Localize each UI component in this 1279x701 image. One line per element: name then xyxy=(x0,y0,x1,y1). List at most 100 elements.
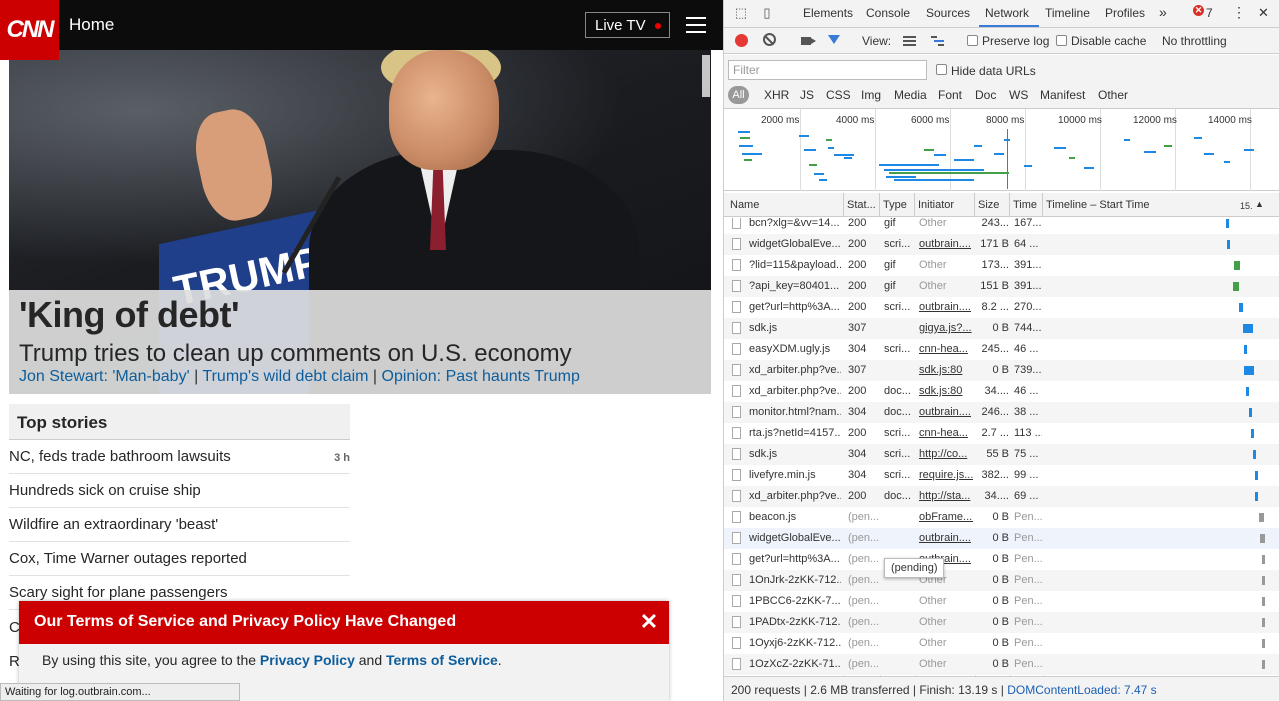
tab-sources[interactable]: Sources xyxy=(926,6,970,20)
table-row[interactable]: get?url=http%3A... 200 scri... outbrain....… xyxy=(724,297,1279,318)
hide-data-urls-label[interactable]: Hide data URLs xyxy=(951,64,1036,78)
story-item[interactable]: Hundreds sick on cruise ship xyxy=(9,474,350,508)
type-filter-img[interactable]: Img xyxy=(861,88,881,102)
cell-status: 304 xyxy=(848,406,867,418)
story-item[interactable]: Cox, Time Warner outages reported xyxy=(9,542,350,576)
table-row[interactable]: rta.js?netId=4157... 200 scri... cnn-hea...… xyxy=(724,423,1279,444)
cell-initiator: outbrain.... xyxy=(919,238,971,250)
top-stories-heading: Top stories xyxy=(9,404,350,440)
type-filter-js[interactable]: JS xyxy=(800,88,814,102)
type-filter-all[interactable]: All xyxy=(728,86,749,104)
disable-cache-checkbox[interactable] xyxy=(1056,35,1067,46)
tab-console[interactable]: Console xyxy=(866,6,910,20)
table-row[interactable]: xd_arbiter.php?ve... 200 doc... sdk.js:80 34… xyxy=(724,381,1279,402)
capture-screenshots-icon[interactable] xyxy=(801,37,816,45)
table-row[interactable]: easyXDM.ugly.js 304 scri... cnn-hea... 245..… xyxy=(724,339,1279,360)
table-row[interactable]: bcn?xlg=&vv=14... 200 gif Other 243... 167... xyxy=(724,218,1279,234)
table-row[interactable]: beacon.js (pen... obFrame.... 0 B Pen... xyxy=(724,507,1279,528)
table-row[interactable]: get?url=http%3A... (pen... outbrain.... 0 B… xyxy=(724,549,1279,570)
throttling-select[interactable]: No throttling xyxy=(1162,34,1227,48)
hero-subheadline[interactable]: Trump tries to clean up comments on U.S.… xyxy=(19,340,572,368)
table-row[interactable]: sdk.js 307 gigya.js?... 0 B 744... xyxy=(724,318,1279,339)
table-row[interactable]: xd_arbiter.php?ve... 307 sdk.js:80 0 B 739..… xyxy=(724,360,1279,381)
sort-up-icon[interactable]: ▲ xyxy=(1252,193,1264,217)
device-mode-icon[interactable]: ▯ xyxy=(760,6,774,20)
type-filter-doc[interactable]: Doc xyxy=(975,88,996,102)
hide-data-urls-checkbox[interactable] xyxy=(936,64,947,75)
network-overview[interactable]: 2000 ms 4000 ms 6000 ms 8000 ms 10000 ms… xyxy=(724,109,1279,191)
table-row[interactable]: monitor.html?nam... 304 doc... outbrain....… xyxy=(724,402,1279,423)
kebab-menu-icon[interactable]: ⋮ xyxy=(1232,4,1246,21)
waterfall-bar xyxy=(1262,660,1265,669)
disable-cache-label[interactable]: Disable cache xyxy=(1071,34,1146,48)
cell-time: 99 ... xyxy=(1014,469,1039,481)
table-row[interactable]: xd_arbiter.php?ve... 200 doc... http://sta.… xyxy=(724,486,1279,507)
more-tabs-icon[interactable]: » xyxy=(1159,4,1167,20)
close-icon[interactable]: ✕ xyxy=(639,611,659,633)
cell-size: 2.7 ... xyxy=(981,427,1009,439)
type-filter-ws[interactable]: WS xyxy=(1009,88,1028,102)
table-row[interactable]: widgetGlobalEve... 200 scri... outbrain....… xyxy=(724,234,1279,255)
table-row[interactable]: 1OnJrk-2zKK-712... (pen... Other 0 B Pen... xyxy=(724,570,1279,591)
large-rows-icon[interactable] xyxy=(903,36,916,46)
related-link[interactable]: Trump's wild debt claim xyxy=(202,368,368,385)
filter-input[interactable]: Filter xyxy=(728,60,927,80)
related-link[interactable]: Jon Stewart: 'Man-baby' xyxy=(19,368,190,385)
col-size[interactable]: Size xyxy=(975,193,1010,217)
story-item[interactable]: NC, feds trade bathroom lawsuits 3 h xyxy=(9,440,350,474)
type-filter-font[interactable]: Font xyxy=(938,88,962,102)
type-filter-media[interactable]: Media xyxy=(894,88,927,102)
type-filter-css[interactable]: CSS xyxy=(826,88,851,102)
table-row[interactable]: widgetGlobalEve... (pen... outbrain.... 0 B… xyxy=(724,528,1279,549)
nav-home-title[interactable]: Home xyxy=(69,15,114,35)
waterfall-bar xyxy=(1239,303,1243,312)
tab-profiles[interactable]: Profiles xyxy=(1105,6,1145,20)
type-filter-xhr[interactable]: XHR xyxy=(764,88,789,102)
tab-timeline[interactable]: Timeline xyxy=(1045,6,1090,20)
privacy-policy-link[interactable]: Privacy Policy xyxy=(260,652,355,668)
table-row[interactable]: 1PADtx-2zKK-712... (pen... Other 0 B Pen... xyxy=(724,612,1279,633)
transferred-size: 2.6 MB transferred xyxy=(810,683,910,697)
terms-of-service-link[interactable]: Terms of Service xyxy=(386,652,498,668)
error-icon[interactable]: ✕ xyxy=(1193,5,1204,16)
overview-icon[interactable] xyxy=(931,36,944,46)
record-icon[interactable] xyxy=(735,34,748,47)
col-initiator[interactable]: Initiator xyxy=(915,193,975,217)
inspect-element-icon[interactable]: ⬚ xyxy=(734,6,748,20)
error-count[interactable]: 7 xyxy=(1206,6,1213,20)
related-link[interactable]: Opinion: Past haunts Trump xyxy=(382,368,580,385)
col-time[interactable]: Time xyxy=(1010,193,1043,217)
cell-size: 0 B xyxy=(992,637,1009,649)
file-icon xyxy=(732,469,741,481)
table-row[interactable]: sdk.js 304 scri... http://co... 55 B 75 ... xyxy=(724,444,1279,465)
overview-tick: 14000 ms xyxy=(1208,115,1252,126)
col-name[interactable]: Name xyxy=(724,193,844,217)
story-item[interactable]: Wildfire an extraordinary 'beast' xyxy=(9,508,350,542)
col-status[interactable]: Stat... xyxy=(844,193,880,217)
overview-bar xyxy=(1224,161,1230,163)
preserve-log-checkbox[interactable] xyxy=(967,35,978,46)
table-row[interactable]: ?api_key=80401... 200 gif Other 151 B 391... xyxy=(724,276,1279,297)
tab-elements[interactable]: Elements xyxy=(803,6,853,20)
preserve-log-label[interactable]: Preserve log xyxy=(982,34,1049,48)
tab-network[interactable]: Network xyxy=(985,6,1029,20)
hero-image[interactable]: TRUMP 'King of debt' Trump tries to clea… xyxy=(9,50,711,394)
table-row[interactable]: livefyre.min.js 304 scri... require.js... 38… xyxy=(724,465,1279,486)
hamburger-menu-icon[interactable] xyxy=(686,17,706,33)
hero-headline[interactable]: 'King of debt' xyxy=(19,294,240,336)
filter-icon[interactable] xyxy=(828,35,840,44)
live-dot-icon xyxy=(655,23,661,29)
cell-name: bcn?xlg=&vv=14... xyxy=(749,218,840,229)
cnn-logo[interactable]: CNN xyxy=(0,0,59,60)
table-row[interactable]: 1PBCC6-2zKK-7... (pen... Other 0 B Pen... xyxy=(724,591,1279,612)
close-devtools-icon[interactable]: ✕ xyxy=(1258,5,1269,21)
clear-icon[interactable] xyxy=(763,33,776,46)
table-row[interactable]: 1OzXcZ-2zKK-71... (pen... Other 0 B Pen... xyxy=(724,654,1279,675)
table-row[interactable]: ?lid=115&payload... 200 gif Other 173... 391.… xyxy=(724,255,1279,276)
live-tv-button[interactable]: Live TV xyxy=(585,12,670,38)
cell-name: ?api_key=80401... xyxy=(749,280,840,292)
table-row[interactable]: 1Oyxj6-2zKK-712... (pen... Other 0 B Pen... xyxy=(724,633,1279,654)
type-filter-other[interactable]: Other xyxy=(1098,88,1128,102)
col-type[interactable]: Type xyxy=(880,193,915,217)
type-filter-manifest[interactable]: Manifest xyxy=(1040,88,1085,102)
